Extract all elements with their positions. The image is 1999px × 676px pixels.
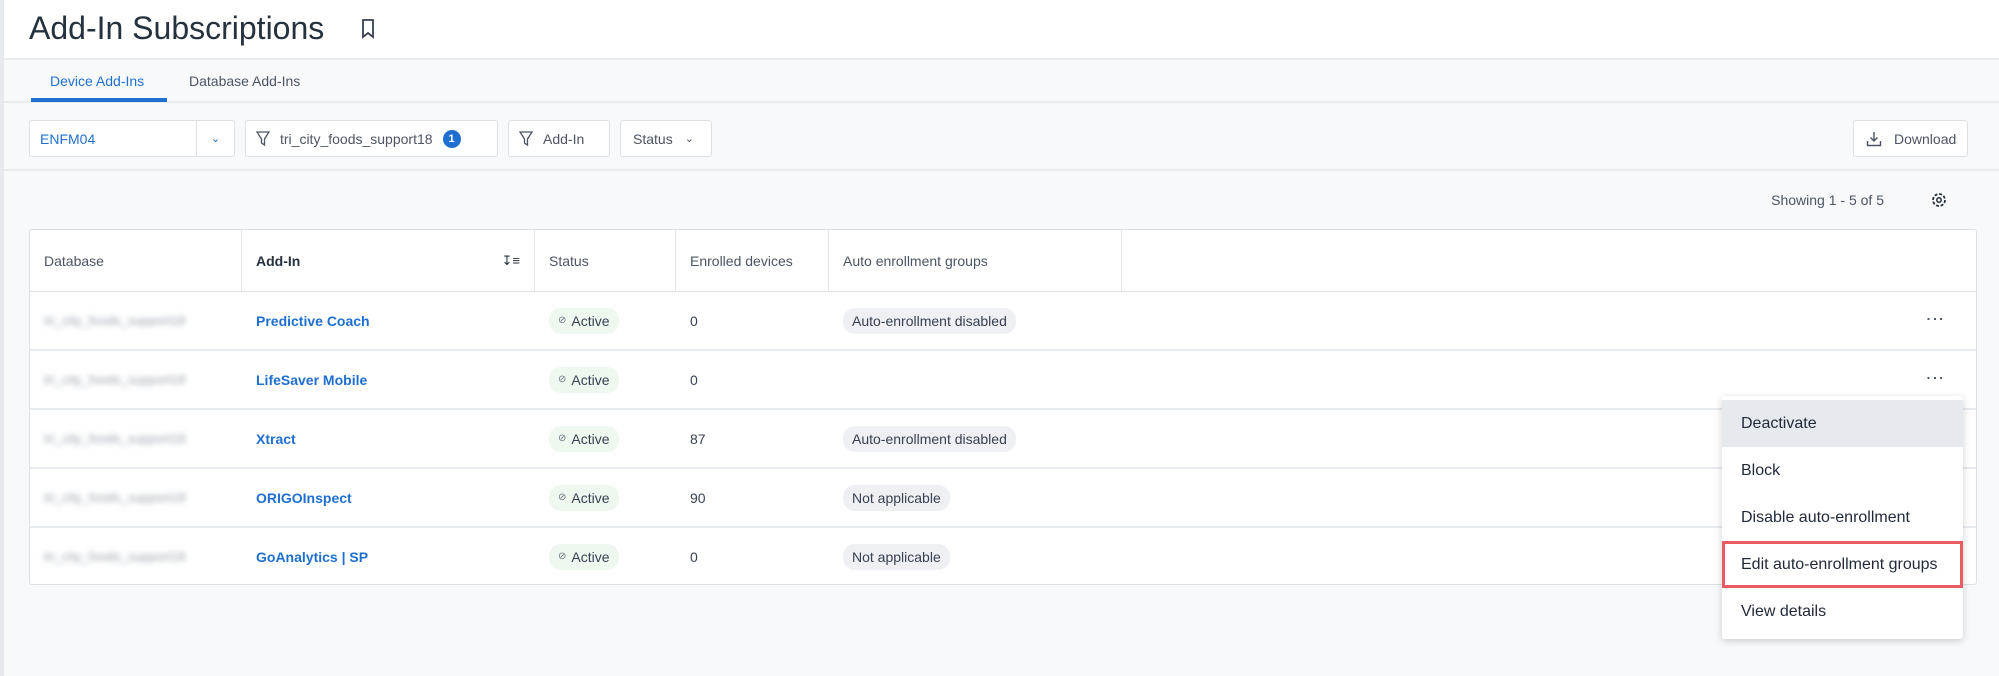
menu-item-disable-auto-enrollment[interactable]: Disable auto-enrollment	[1722, 494, 1963, 541]
subscriptions-table: Database Add-In ↧≡ Status Enrolled devic…	[29, 229, 1977, 585]
status-text: Active	[571, 548, 610, 565]
database-select[interactable]: ENFM04 ⌄	[29, 120, 235, 157]
status-filter-dropdown[interactable]: Status ⌄	[620, 120, 712, 157]
more-actions-icon[interactable]: ⋮	[1925, 369, 1945, 387]
auto-enrollment-badge: Not applicable	[843, 484, 950, 511]
check-circle-icon: ⊘	[558, 433, 567, 444]
check-circle-icon: ⊘	[558, 492, 567, 503]
database-filter-button[interactable]: tri_city_foods_support18 1	[245, 120, 498, 157]
addin-link[interactable]: Xtract	[256, 410, 296, 467]
column-header-database[interactable]: Database	[30, 230, 242, 291]
status-text: Active	[571, 489, 610, 506]
menu-item-view-details[interactable]: View details	[1722, 588, 1963, 635]
enrolled-count: 87	[690, 430, 706, 447]
sort-icon[interactable]: ↧≡	[502, 253, 520, 269]
addin-link[interactable]: LifeSaver Mobile	[256, 351, 367, 408]
menu-item-deactivate[interactable]: Deactivate	[1722, 400, 1963, 447]
more-actions-icon[interactable]: ⋮	[1925, 310, 1945, 328]
status-badge: ⊘ Active	[549, 543, 619, 570]
check-circle-icon: ⊘	[558, 551, 567, 562]
status-filter-label: Status	[633, 130, 673, 147]
database-select-value: ENFM04	[40, 130, 96, 147]
menu-item-edit-auto-enrollment-groups[interactable]: Edit auto-enrollment groups	[1722, 541, 1963, 588]
enrolled-count: 90	[690, 489, 706, 506]
column-header-status[interactable]: Status	[535, 230, 676, 291]
database-name: tri_city_foods_support18	[44, 372, 186, 387]
gear-icon[interactable]	[1930, 191, 1948, 209]
table-row: tri_city_foods_support18 Predictive Coac…	[30, 292, 1976, 351]
download-button[interactable]: Download	[1853, 120, 1968, 157]
column-header-addin-label: Add-In	[256, 252, 301, 269]
column-header-enrolled[interactable]: Enrolled devices	[676, 230, 829, 291]
download-icon	[1866, 131, 1882, 146]
addin-filter-button[interactable]: Add-In	[508, 120, 610, 157]
status-badge: ⊘ Active	[549, 366, 619, 393]
status-text: Active	[571, 430, 610, 447]
database-name: tri_city_foods_support18	[44, 490, 186, 505]
bookmark-icon[interactable]	[360, 18, 376, 40]
enrolled-count: 0	[690, 312, 698, 329]
filter-icon	[519, 130, 533, 146]
chevron-down-icon: ⌄	[684, 133, 694, 145]
table-row: tri_city_foods_support18 ORIGOInspect ⊘ A…	[30, 469, 1976, 528]
tab-device-add-ins[interactable]: Device Add-Ins	[50, 73, 144, 89]
tab-database-add-ins[interactable]: Database Add-Ins	[189, 73, 300, 89]
chevron-down-icon[interactable]: ⌄	[196, 121, 234, 156]
status-badge: ⊘ Active	[549, 484, 619, 511]
table-row: tri_city_foods_support18 GoAnalytics | S…	[30, 528, 1976, 587]
addin-filter-label: Add-In	[543, 130, 585, 147]
status-badge: ⊘ Active	[549, 307, 619, 334]
auto-enrollment-badge: Auto-enrollment disabled	[843, 425, 1016, 452]
table-row: tri_city_foods_support18 LifeSaver Mobil…	[30, 351, 1976, 410]
status-text: Active	[571, 371, 610, 388]
filter-count-badge: 1	[442, 129, 461, 148]
column-header-addin[interactable]: Add-In ↧≡	[242, 230, 535, 291]
page-header: Add-In Subscriptions	[4, 0, 1999, 60]
pagination-summary: Showing 1 - 5 of 5	[1771, 192, 1884, 208]
tab-bar: Device Add-Ins Database Add-Ins	[4, 60, 1999, 103]
status-text: Active	[571, 312, 610, 329]
filter-bar: ENFM04 ⌄ tri_city_foods_support18 1 Add-…	[4, 103, 1999, 171]
database-name: tri_city_foods_support18	[44, 313, 186, 328]
check-circle-icon: ⊘	[558, 374, 567, 385]
database-name: tri_city_foods_support18	[44, 431, 186, 446]
enrolled-count: 0	[690, 371, 698, 388]
download-label: Download	[1894, 130, 1957, 147]
addin-link[interactable]: Predictive Coach	[256, 292, 370, 349]
auto-enrollment-badge: Not applicable	[843, 543, 950, 570]
filter-icon	[256, 130, 270, 146]
table-row: tri_city_foods_support18 Xtract ⊘ Active …	[30, 410, 1976, 469]
auto-enrollment-badge: Auto-enrollment disabled	[843, 307, 1016, 334]
menu-item-block[interactable]: Block	[1722, 447, 1963, 494]
check-circle-icon: ⊘	[558, 315, 567, 326]
column-header-auto-enrollment[interactable]: Auto enrollment groups	[829, 230, 1122, 291]
addin-link[interactable]: GoAnalytics | SP	[256, 528, 368, 585]
status-badge: ⊘ Active	[549, 425, 619, 452]
page-title: Add-In Subscriptions	[29, 10, 325, 46]
database-filter-label: tri_city_foods_support18	[280, 130, 433, 147]
row-actions-menu: Deactivate Block Disable auto-enrollment…	[1722, 396, 1963, 639]
active-tab-indicator	[31, 98, 167, 102]
database-name: tri_city_foods_support18	[44, 549, 186, 564]
addin-link[interactable]: ORIGOInspect	[256, 469, 352, 526]
enrolled-count: 0	[690, 548, 698, 565]
